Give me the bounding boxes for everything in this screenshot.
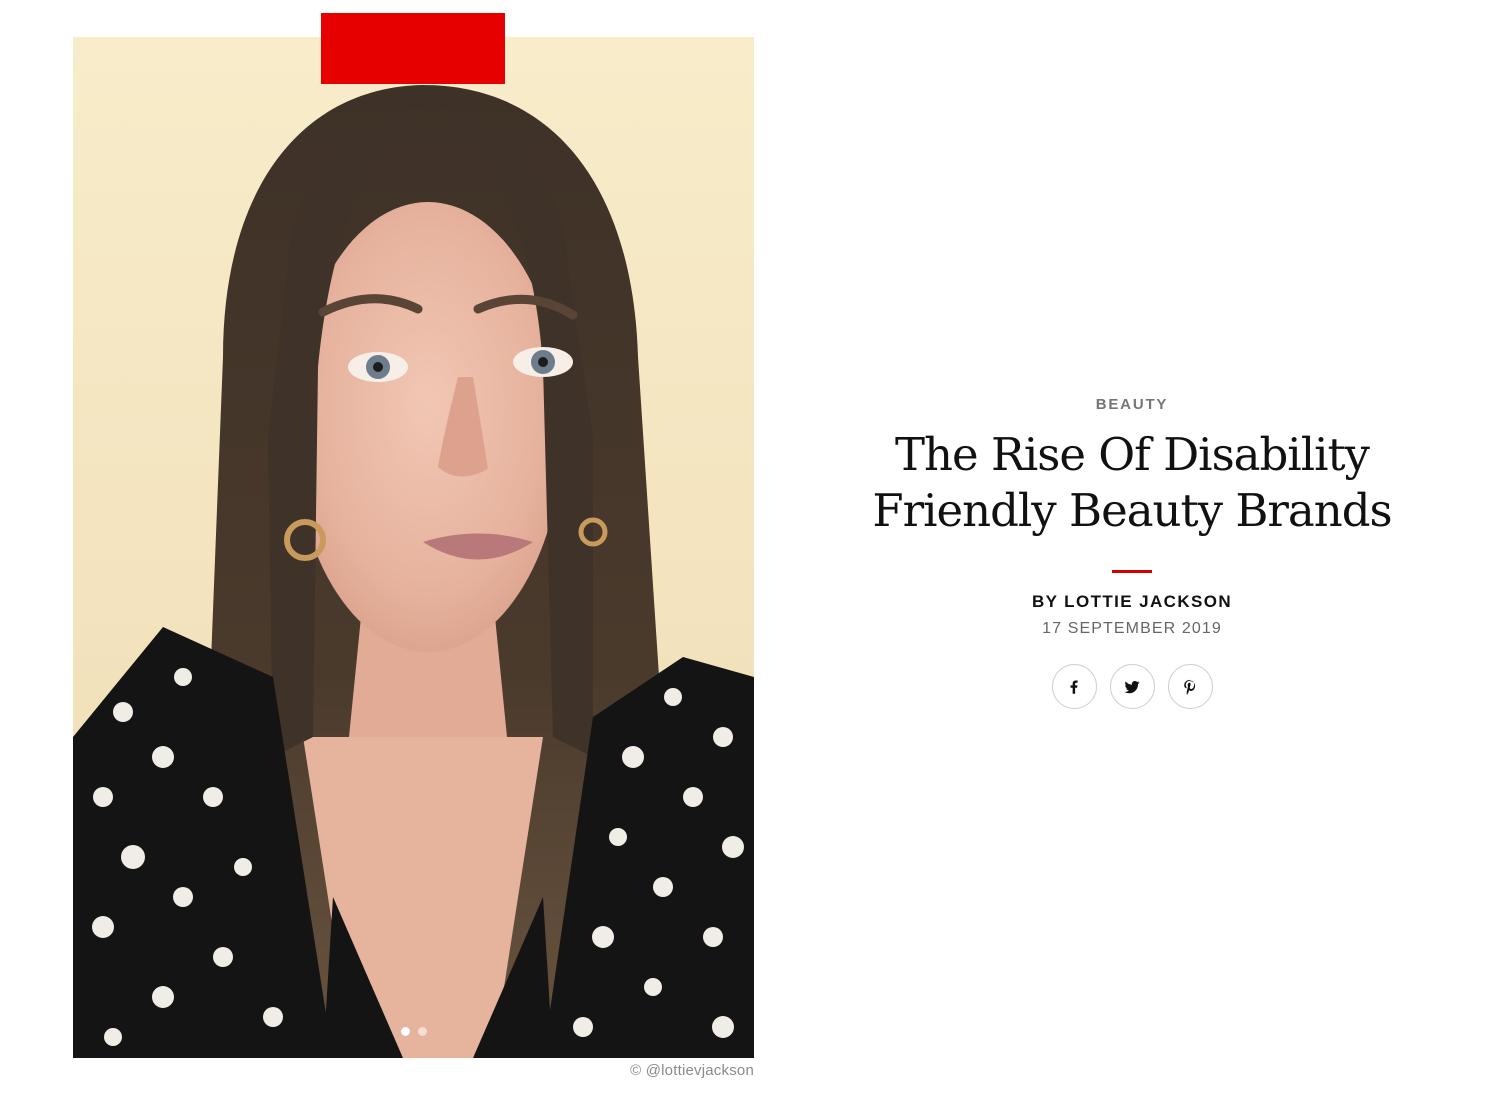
hero-photo[interactable] (73, 37, 754, 1058)
pinterest-icon (1184, 679, 1196, 695)
carousel-dots[interactable] (73, 1027, 754, 1036)
article-byline[interactable]: BY LOTTIE JACKSON (832, 592, 1432, 612)
portrait-illustration (73, 37, 754, 1058)
share-twitter-button[interactable] (1109, 664, 1155, 709)
article-title: The Rise Of Disability Friendly Beauty B… (832, 427, 1432, 539)
article-page: © @lottievjackson BEAUTY The Rise Of Dis… (0, 0, 1496, 1095)
accent-rule (1112, 570, 1152, 573)
facebook-icon (1070, 679, 1078, 694)
carousel-dot-2[interactable] (417, 1027, 427, 1036)
article-category[interactable]: BEAUTY (832, 396, 1432, 413)
twitter-icon (1124, 680, 1140, 693)
share-pinterest-button[interactable] (1167, 664, 1213, 709)
share-facebook-button[interactable] (1051, 664, 1097, 709)
article-header: BEAUTY The Rise Of Disability Friendly B… (832, 396, 1432, 709)
red-badge (321, 13, 505, 84)
article-title-line-2: Friendly Beauty Brands (872, 484, 1392, 537)
article-date: 17 SEPTEMBER 2019 (1042, 620, 1222, 637)
carousel-dot-1[interactable] (400, 1027, 410, 1036)
photo-credit: © @lottievjackson (630, 1062, 754, 1079)
article-title-line-1: The Rise Of Disability (895, 428, 1370, 481)
share-buttons (832, 664, 1432, 709)
